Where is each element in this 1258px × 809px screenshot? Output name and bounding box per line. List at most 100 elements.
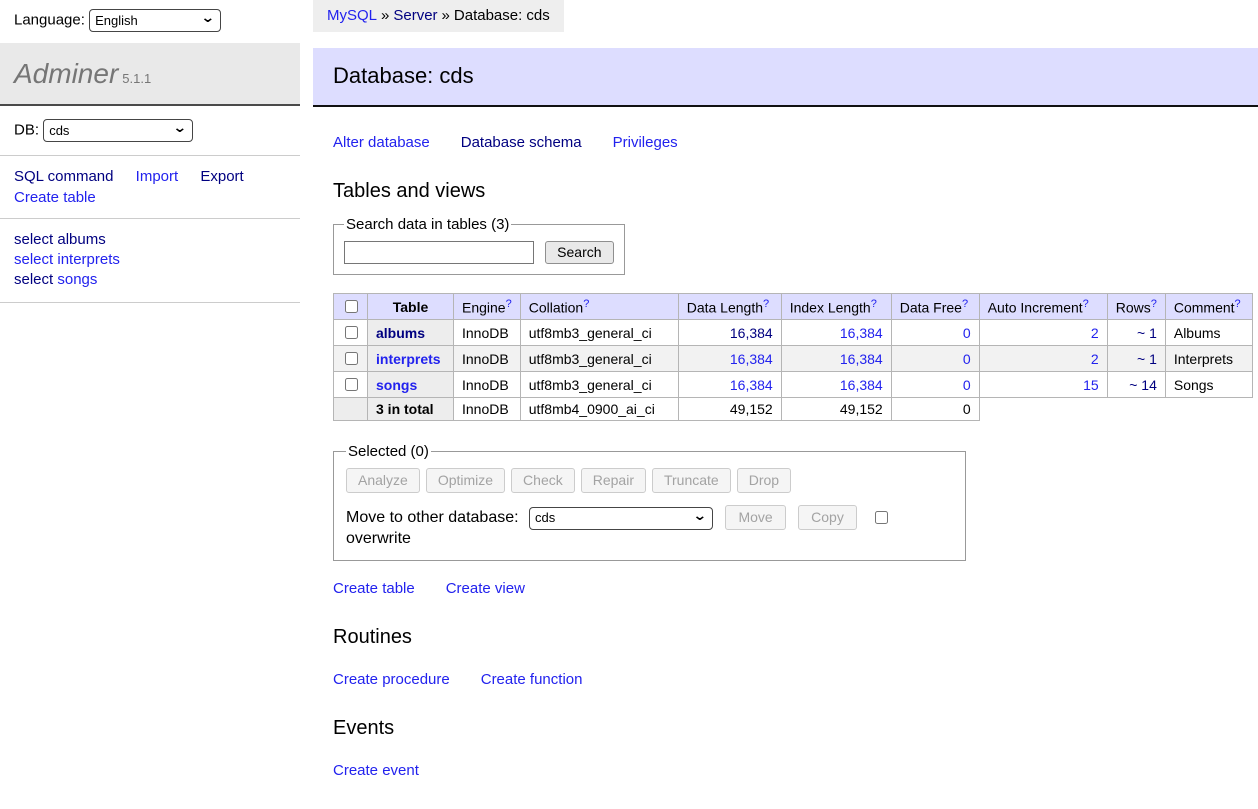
sidebar-link-import[interactable]: Import [136, 168, 179, 185]
db-select-wrap: cds [43, 119, 193, 142]
sidebar-commands: SQL command Import Export Create table [0, 156, 300, 218]
cell-link[interactable]: ~ 1 [1137, 351, 1157, 367]
sidebar-table-link-albums[interactable]: albums [57, 231, 105, 248]
table-cell: utf8mb3_general_ci [520, 372, 678, 398]
cell-link[interactable]: 15 [1083, 377, 1099, 393]
drop-button[interactable]: Drop [737, 468, 791, 493]
optimize-button[interactable]: Optimize [426, 468, 505, 493]
breadcrumb-link-mysql[interactable]: MySQL [327, 7, 377, 24]
event-link-create-event[interactable]: Create event [333, 762, 419, 779]
db-select[interactable]: cds [43, 119, 193, 142]
db-row: DB: cds [0, 106, 300, 155]
sidebar-select-link-interprets[interactable]: select [14, 251, 53, 268]
sidebar-table-item: select albums [14, 230, 300, 250]
sidebar-link-create-table[interactable]: Create table [14, 189, 96, 206]
column-header-auto-increment: Auto Increment? [979, 294, 1107, 320]
adminer-logo-text[interactable]: Adminer [14, 58, 118, 89]
table-name-cell: interprets [368, 346, 454, 372]
db-label: DB: [14, 122, 39, 139]
table-cell: InnoDB [454, 372, 521, 398]
events-heading: Events [333, 717, 1258, 740]
cell-link[interactable]: songs [376, 377, 417, 393]
help-link-data-free[interactable]: ? [962, 298, 968, 310]
database-actions: Alter database Database schema Privileges [333, 134, 1258, 151]
analyze-button[interactable]: Analyze [346, 468, 420, 493]
column-label: Comment [1174, 300, 1235, 316]
help-link-auto-increment[interactable]: ? [1083, 298, 1089, 310]
help-link-comment[interactable]: ? [1235, 298, 1241, 310]
cell-link[interactable]: 0 [963, 351, 971, 367]
sidebar-link-sql-command[interactable]: SQL command [14, 168, 114, 185]
column-label: Rows [1116, 300, 1151, 316]
cell-link[interactable]: 0 [963, 377, 971, 393]
truncate-button[interactable]: Truncate [652, 468, 731, 493]
language-select[interactable]: English [89, 9, 221, 32]
search-button[interactable]: Search [545, 241, 613, 264]
table-cell: 16,384 [678, 372, 781, 398]
cell-link[interactable]: 16,384 [730, 325, 773, 341]
tables-table: TableEngine?Collation?Data Length?Index … [333, 293, 1253, 421]
breadcrumb-current: Database: cds [454, 7, 550, 24]
routine-link-create-procedure[interactable]: Create procedure [333, 671, 450, 688]
cell-link[interactable]: albums [376, 325, 425, 341]
column-header-index-length: Index Length? [781, 294, 891, 320]
action-link-database-schema[interactable]: Database schema [461, 134, 582, 151]
move-button[interactable]: Move [725, 505, 785, 530]
cell-link[interactable]: 2 [1091, 325, 1099, 341]
cell-link[interactable]: 0 [963, 325, 971, 341]
search-input[interactable] [344, 241, 534, 264]
sidebar-select-link-songs[interactable]: select [14, 271, 53, 288]
sidebar-table-link-interprets[interactable]: interprets [57, 251, 120, 268]
copy-button[interactable]: Copy [798, 505, 857, 530]
table-cell: Songs [1165, 372, 1252, 398]
table-cell: 2 [979, 346, 1107, 372]
sidebar-table-link-songs[interactable]: songs [57, 271, 97, 288]
check-button[interactable]: Check [511, 468, 575, 493]
cell-link[interactable]: 16,384 [840, 377, 883, 393]
cell-link[interactable]: interprets [376, 351, 441, 367]
cell-link[interactable]: 16,384 [840, 351, 883, 367]
select-all-checkbox[interactable] [345, 300, 358, 313]
table-total-row: 3 in totalInnoDButf8mb4_0900_ai_ci49,152… [334, 398, 1253, 421]
page-title: Database: cds [313, 48, 1258, 107]
sidebar-link-export[interactable]: Export [200, 168, 243, 185]
breadcrumb: MySQL»Server»Database: cds [313, 0, 564, 32]
help-link-data-length[interactable]: ? [763, 298, 769, 310]
selected-fieldset: Selected (0) AnalyzeOptimizeCheckRepairT… [333, 443, 966, 561]
help-link-rows[interactable]: ? [1151, 298, 1157, 310]
help-link-engine[interactable]: ? [506, 298, 512, 310]
cell-link[interactable]: 16,384 [730, 351, 773, 367]
row-checkbox[interactable] [345, 352, 358, 365]
create-link-create-table[interactable]: Create table [333, 580, 415, 597]
cell-link[interactable]: 16,384 [730, 377, 773, 393]
tables-heading: Tables and views [333, 180, 1258, 203]
action-link-alter-database[interactable]: Alter database [333, 134, 430, 151]
action-link-privileges[interactable]: Privileges [613, 134, 678, 151]
column-header-data-free: Data Free? [891, 294, 979, 320]
sidebar-table-item: select songs [14, 270, 300, 290]
create-link-create-view[interactable]: Create view [446, 580, 525, 597]
sidebar-select-link-albums[interactable]: select [14, 231, 53, 248]
help-link-collation[interactable]: ? [583, 298, 589, 310]
table-cell: utf8mb3_general_ci [520, 346, 678, 372]
cell-link[interactable]: ~ 1 [1137, 325, 1157, 341]
row-checkbox[interactable] [345, 378, 358, 391]
row-checkbox[interactable] [345, 326, 358, 339]
table-cell: 16,384 [678, 320, 781, 346]
help-link-index-length[interactable]: ? [871, 298, 877, 310]
sidebar: Language: English Adminer5.1.1 DB: cds S… [0, 0, 300, 303]
repair-button[interactable]: Repair [581, 468, 646, 493]
routine-link-create-function[interactable]: Create function [481, 671, 583, 688]
cell-link[interactable]: 2 [1091, 351, 1099, 367]
selected-legend: Selected (0) [346, 443, 431, 460]
row-checkbox-cell [334, 320, 368, 346]
breadcrumb-link-server[interactable]: Server [393, 7, 437, 24]
cell-link[interactable]: ~ 14 [1129, 377, 1157, 393]
cell-link[interactable]: 16,384 [840, 325, 883, 341]
move-db-select[interactable]: cds [529, 507, 713, 530]
table-row: albumsInnoDButf8mb3_general_ci16,38416,3… [334, 320, 1253, 346]
selected-buttons-row: AnalyzeOptimizeCheckRepairTruncateDrop [346, 468, 953, 493]
column-header-engine: Engine? [454, 294, 521, 320]
sidebar-divider [0, 302, 300, 303]
overwrite-checkbox[interactable] [875, 511, 888, 524]
